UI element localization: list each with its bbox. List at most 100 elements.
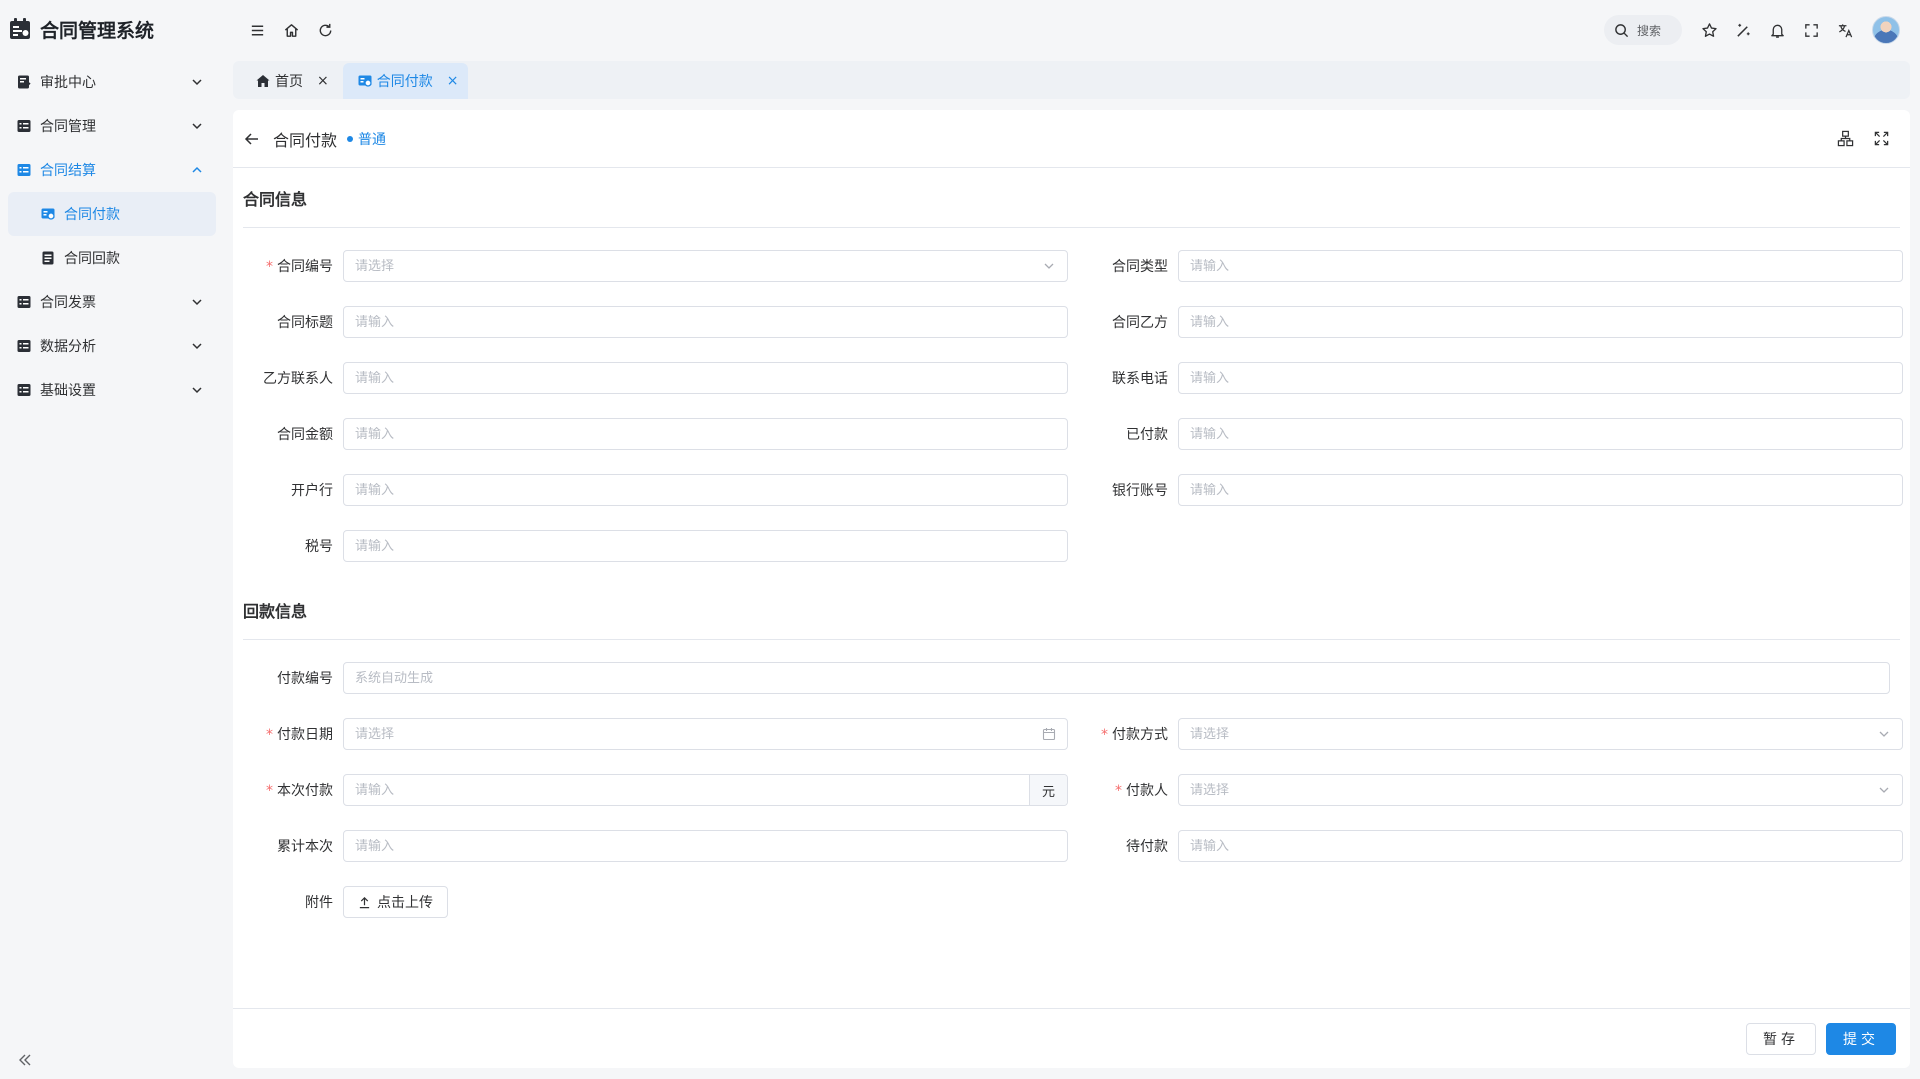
tab-label: 合同付款 bbox=[376, 74, 433, 90]
payer-select[interactable] bbox=[1178, 774, 1903, 806]
field-paid: 已付款 bbox=[1068, 418, 1903, 450]
party-b-box[interactable] bbox=[1178, 306, 1903, 338]
paid-input[interactable] bbox=[1190, 426, 1891, 442]
pending-input[interactable] bbox=[1190, 838, 1891, 854]
phone-input[interactable] bbox=[1190, 370, 1891, 386]
bank-account-box[interactable] bbox=[1178, 474, 1903, 506]
contract-type-box[interactable] bbox=[1178, 250, 1903, 282]
payment-date-input[interactable] bbox=[355, 726, 1042, 742]
cumulative-input[interactable] bbox=[355, 838, 1056, 854]
paid-box[interactable] bbox=[1178, 418, 1903, 450]
amount-box[interactable] bbox=[343, 418, 1068, 450]
field-label: 合同类型 bbox=[1112, 259, 1168, 275]
submit-button[interactable]: 提交 bbox=[1826, 1022, 1896, 1055]
back-arrow-icon[interactable] bbox=[243, 130, 261, 148]
party-b-input[interactable] bbox=[1190, 314, 1891, 330]
close-icon[interactable]: × bbox=[447, 73, 459, 89]
payment-icon bbox=[358, 75, 372, 87]
flow-chart-button[interactable] bbox=[1830, 124, 1860, 154]
field-label: 银行账号 bbox=[1112, 483, 1168, 499]
tax-no-input[interactable] bbox=[355, 538, 1056, 554]
save-draft-button[interactable]: 暂存 bbox=[1746, 1022, 1816, 1055]
sidebar-item-contract-payment[interactable]: 合同付款 bbox=[8, 192, 216, 236]
settlement-submenu: 合同付款 合同回款 bbox=[0, 192, 224, 280]
invoice-icon bbox=[17, 296, 31, 308]
global-search-button[interactable]: 搜索 bbox=[1604, 15, 1682, 45]
payment-icon bbox=[41, 208, 55, 220]
contract-title-box[interactable] bbox=[343, 306, 1068, 338]
theme-button[interactable] bbox=[1726, 13, 1760, 47]
sidebar-item-contract-receipt[interactable]: 合同回款 bbox=[8, 236, 216, 280]
language-button[interactable] bbox=[1828, 13, 1862, 47]
close-icon[interactable]: × bbox=[317, 73, 329, 89]
field-current-payment: *本次付款 元 bbox=[233, 774, 1068, 806]
badge-label: 普通 bbox=[358, 131, 387, 148]
field-label: 付款方式 bbox=[1112, 727, 1168, 743]
sidebar-item-settlement[interactable]: 合同结算 bbox=[0, 148, 224, 192]
required-mark: * bbox=[266, 783, 273, 799]
upload-button[interactable]: 点击上传 bbox=[343, 886, 448, 918]
cumulative-box[interactable] bbox=[343, 830, 1068, 862]
payment-no-box[interactable] bbox=[343, 662, 1890, 694]
approval-icon bbox=[18, 75, 31, 89]
contract-type-input[interactable] bbox=[1190, 258, 1891, 274]
current-payment-box[interactable]: 元 bbox=[343, 774, 1068, 806]
payment-method-input[interactable] bbox=[1190, 726, 1877, 742]
party-b-contact-box[interactable] bbox=[343, 362, 1068, 394]
amount-input[interactable] bbox=[355, 426, 1056, 442]
tab-contract-payment[interactable]: 合同付款 × bbox=[342, 63, 469, 99]
menu-toggle-button[interactable] bbox=[240, 13, 274, 47]
sidebar-item-contract-management[interactable]: 合同管理 bbox=[0, 104, 224, 148]
field-party-b-contact: 乙方联系人 bbox=[233, 362, 1068, 394]
refresh-button[interactable] bbox=[308, 13, 342, 47]
field-label: 开户行 bbox=[291, 483, 333, 499]
flow-chart-icon bbox=[1837, 130, 1853, 147]
sidebar-item-analytics[interactable]: 数据分析 bbox=[0, 324, 224, 368]
sidebar-item-settings[interactable]: 基础设置 bbox=[0, 368, 224, 412]
party-b-contact-input[interactable] bbox=[355, 370, 1056, 386]
bank-input[interactable] bbox=[355, 482, 1056, 498]
field-attachment: 附件 点击上传 bbox=[233, 886, 1068, 918]
sidebar-item-invoice[interactable]: 合同发票 bbox=[0, 280, 224, 324]
contract-title-input[interactable] bbox=[355, 314, 1056, 330]
user-avatar[interactable] bbox=[1872, 16, 1900, 44]
fullscreen-button[interactable] bbox=[1794, 13, 1828, 47]
page-title: 合同付款 bbox=[273, 130, 338, 150]
notifications-button[interactable] bbox=[1760, 13, 1794, 47]
analytics-icon bbox=[17, 340, 31, 352]
payment-date-picker[interactable] bbox=[343, 718, 1068, 750]
field-label: 合同编号 bbox=[277, 259, 333, 275]
required-mark: * bbox=[266, 727, 273, 743]
field-bank-account: 银行账号 bbox=[1068, 474, 1903, 506]
field-label: 已付款 bbox=[1126, 427, 1168, 443]
bank-box[interactable] bbox=[343, 474, 1068, 506]
field-label: 合同金额 bbox=[277, 427, 333, 443]
bank-account-input[interactable] bbox=[1190, 482, 1891, 498]
page-tabs: 首页 × 合同付款 × bbox=[233, 61, 1910, 99]
pending-box[interactable] bbox=[1178, 830, 1903, 862]
field-phone: 联系电话 bbox=[1068, 362, 1903, 394]
payer-input[interactable] bbox=[1190, 782, 1877, 798]
collapse-sidebar-icon[interactable] bbox=[16, 1051, 34, 1069]
tab-home[interactable]: 首页 × bbox=[241, 63, 339, 99]
payment-method-select[interactable] bbox=[1178, 718, 1903, 750]
section-payment-info: 回款信息 bbox=[243, 580, 1900, 640]
tab-label: 首页 bbox=[275, 74, 303, 90]
favorites-button[interactable] bbox=[1692, 13, 1726, 47]
calendar-icon bbox=[1042, 728, 1056, 741]
home-icon bbox=[256, 75, 270, 87]
top-header: 搜索 bbox=[224, 0, 1920, 60]
contract-no-select[interactable] bbox=[343, 250, 1068, 282]
sidebar-item-label: 数据分析 bbox=[40, 339, 96, 355]
field-contract-type: 合同类型 bbox=[1068, 250, 1903, 282]
tax-no-box[interactable] bbox=[343, 530, 1068, 562]
home-button[interactable] bbox=[274, 13, 308, 47]
chevron-up-icon bbox=[192, 166, 202, 173]
expand-button[interactable] bbox=[1866, 124, 1896, 154]
sidebar-item-approval[interactable]: 审批中心 bbox=[0, 60, 224, 104]
field-label: 本次付款 bbox=[277, 783, 333, 799]
payment-no-input[interactable] bbox=[355, 670, 1878, 686]
contract-no-input[interactable] bbox=[355, 258, 1042, 274]
phone-box[interactable] bbox=[1178, 362, 1903, 394]
current-payment-input[interactable] bbox=[355, 782, 1029, 798]
